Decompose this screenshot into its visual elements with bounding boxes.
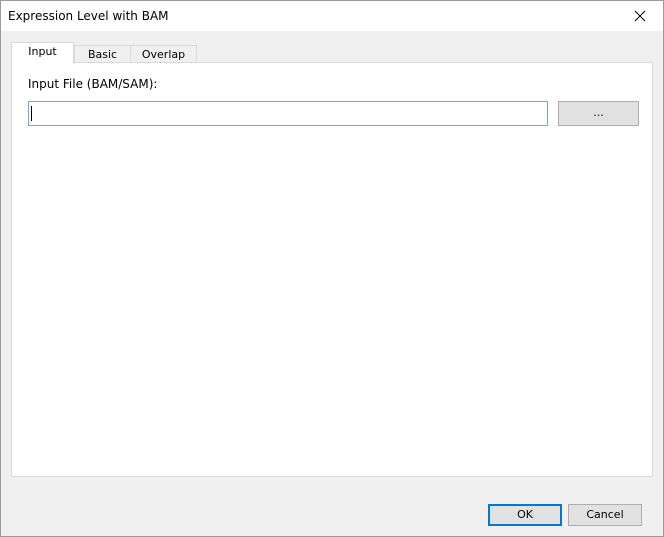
tab-overlap[interactable]: Overlap [130, 45, 197, 62]
dialog-window: Expression Level with BAM Input Basic Ov… [0, 0, 664, 537]
input-file-label: Input File (BAM/SAM): [28, 77, 158, 91]
cancel-button[interactable]: Cancel [568, 504, 642, 526]
input-file-field[interactable] [28, 101, 548, 126]
tab-panel-input: Input File (BAM/SAM): ... [11, 62, 653, 477]
tab-input[interactable]: Input [11, 42, 74, 64]
close-icon [634, 10, 646, 22]
window-title: Expression Level with BAM [8, 9, 169, 23]
browse-button[interactable]: ... [558, 101, 639, 126]
text-caret [31, 106, 32, 121]
input-file-textbox[interactable] [29, 102, 547, 125]
title-bar[interactable]: Expression Level with BAM [1, 1, 663, 31]
tab-basic[interactable]: Basic [74, 45, 131, 62]
close-button[interactable] [617, 1, 663, 31]
ok-button[interactable]: OK [488, 504, 562, 526]
